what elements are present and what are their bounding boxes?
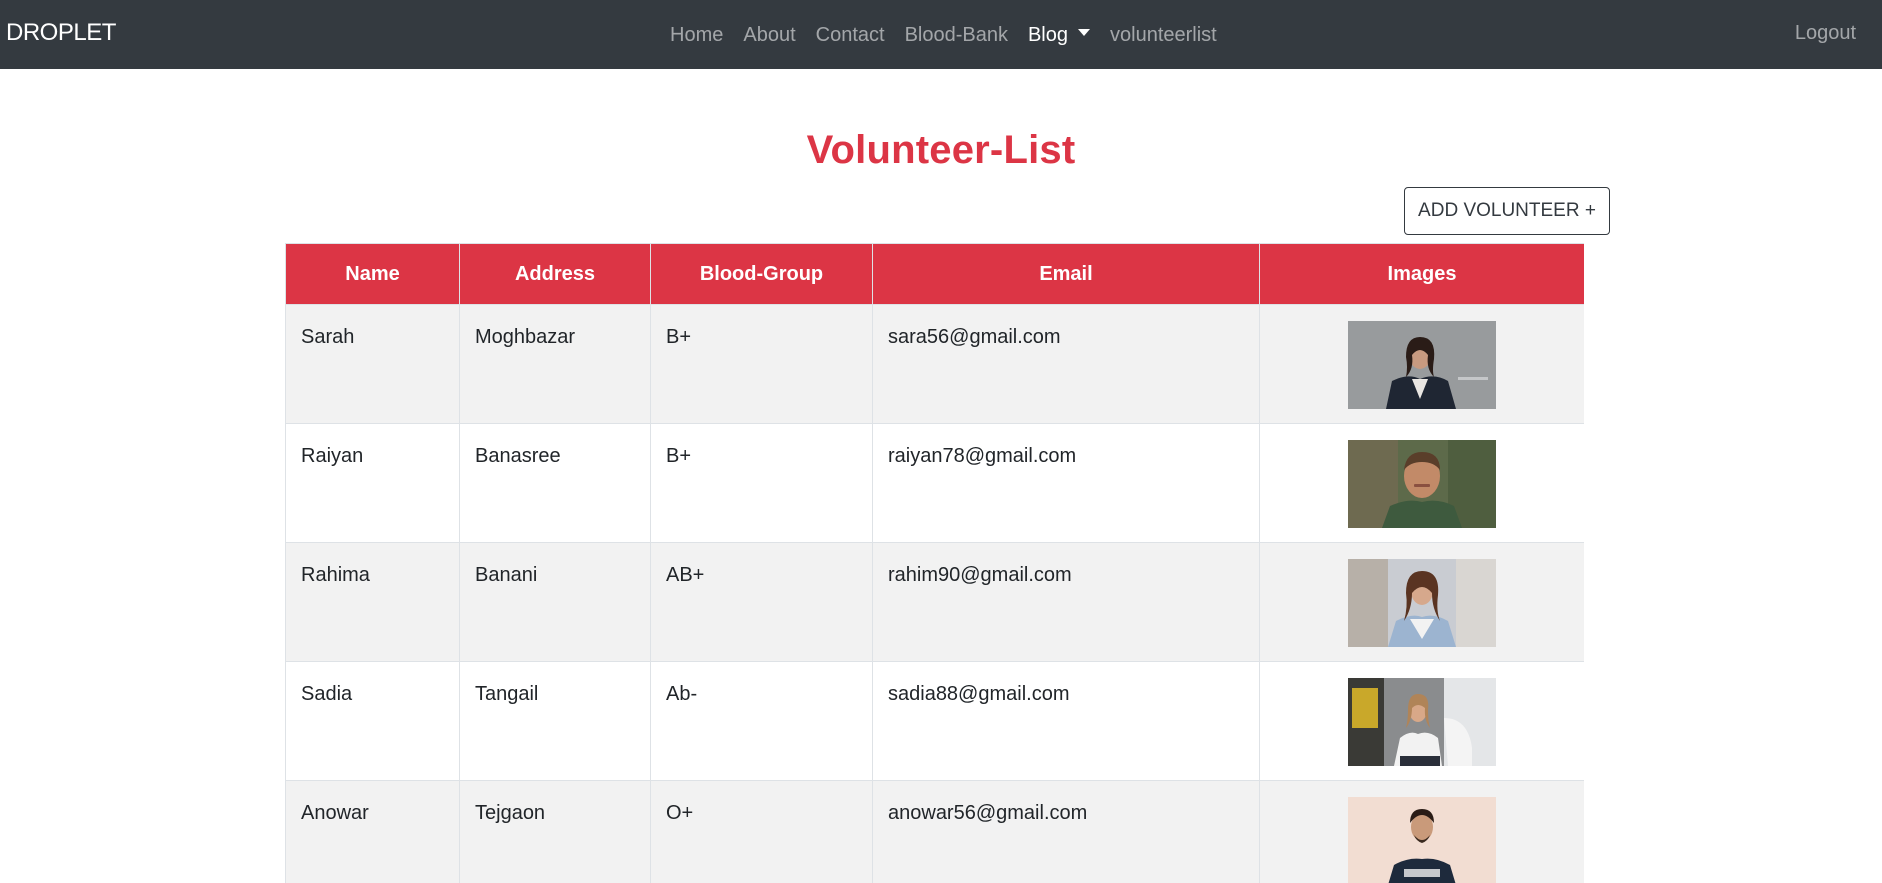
column-header-images: Images	[1259, 243, 1584, 305]
cell-email: anowar56@gmail.com	[872, 780, 1260, 883]
nav-link-blog-label: Blog	[1027, 23, 1068, 46]
cell-name: Raiyan	[285, 423, 460, 543]
cell-image	[1259, 780, 1584, 883]
table-row: Raiyan Banasree B+ raiyan78@gmail.com	[285, 423, 1584, 543]
logout-link[interactable]: Logout	[1795, 22, 1856, 45]
cell-blood-group: B+	[650, 304, 873, 424]
table-row: Sadia Tangail Ab- sadia88@gmail.com	[285, 661, 1584, 781]
cell-address: Banani	[459, 542, 651, 662]
nav-link-contact[interactable]: Contact	[816, 24, 885, 47]
table-row: Rahima Banani AB+ rahim90@gmail.com	[285, 542, 1584, 662]
nav-link-home[interactable]: Home	[670, 24, 723, 47]
volunteer-photo	[1348, 797, 1496, 883]
table-row: Sarah Moghbazar B+ sara56@gmail.com	[285, 304, 1584, 424]
cell-name: Anowar	[285, 780, 460, 883]
volunteer-table-container: Name Address Blood-Group Email Images Sa…	[285, 243, 1584, 883]
volunteer-photo	[1348, 678, 1496, 766]
add-volunteer-button[interactable]: ADD VOLUNTEER +	[1404, 187, 1610, 235]
cell-image	[1259, 304, 1584, 424]
nav-dropdown-blog[interactable]: Blog	[1028, 24, 1090, 47]
table-row: Anowar Tejgaon O+ anowar56@gmail.com	[285, 780, 1584, 883]
cell-email: raiyan78@gmail.com	[872, 423, 1260, 543]
page-title: Volunteer-List	[806, 128, 1076, 172]
cell-blood-group: O+	[650, 780, 873, 883]
column-header-email: Email	[872, 243, 1260, 305]
cell-address: Banasree	[459, 423, 651, 543]
caret-down-icon	[1078, 28, 1090, 36]
cell-blood-group: Ab-	[650, 661, 873, 781]
cell-name: Rahima	[285, 542, 460, 662]
table-header-row: Name Address Blood-Group Email Images	[285, 243, 1584, 305]
cell-blood-group: B+	[650, 423, 873, 543]
nav-link-volunteerlist[interactable]: volunteerlist	[1110, 24, 1217, 47]
cell-image	[1259, 661, 1584, 781]
nav-link-about[interactable]: About	[743, 24, 795, 47]
cell-email: sara56@gmail.com	[872, 304, 1260, 424]
navbar: DROPLET Home About Contact Blood-Bank Bl…	[0, 0, 1882, 69]
brand-logo[interactable]: DROPLET	[6, 19, 116, 47]
cell-name: Sarah	[285, 304, 460, 424]
cell-image	[1259, 542, 1584, 662]
cell-email: rahim90@gmail.com	[872, 542, 1260, 662]
volunteer-photo	[1348, 321, 1496, 409]
cell-image	[1259, 423, 1584, 543]
cell-name: Sadia	[285, 661, 460, 781]
cell-blood-group: AB+	[650, 542, 873, 662]
cell-address: Tejgaon	[459, 780, 651, 883]
cell-address: Moghbazar	[459, 304, 651, 424]
cell-email: sadia88@gmail.com	[872, 661, 1260, 781]
nav-link-blood-bank[interactable]: Blood-Bank	[905, 24, 1008, 47]
volunteer-table: Name Address Blood-Group Email Images Sa…	[285, 243, 1584, 883]
nav-menu: Home About Contact Blood-Bank Blog volun…	[670, 22, 1237, 48]
column-header-name: Name	[285, 243, 460, 305]
volunteer-photo	[1348, 559, 1496, 647]
column-header-address: Address	[459, 243, 651, 305]
cell-address: Tangail	[459, 661, 651, 781]
volunteer-photo	[1348, 440, 1496, 528]
column-header-blood-group: Blood-Group	[650, 243, 873, 305]
